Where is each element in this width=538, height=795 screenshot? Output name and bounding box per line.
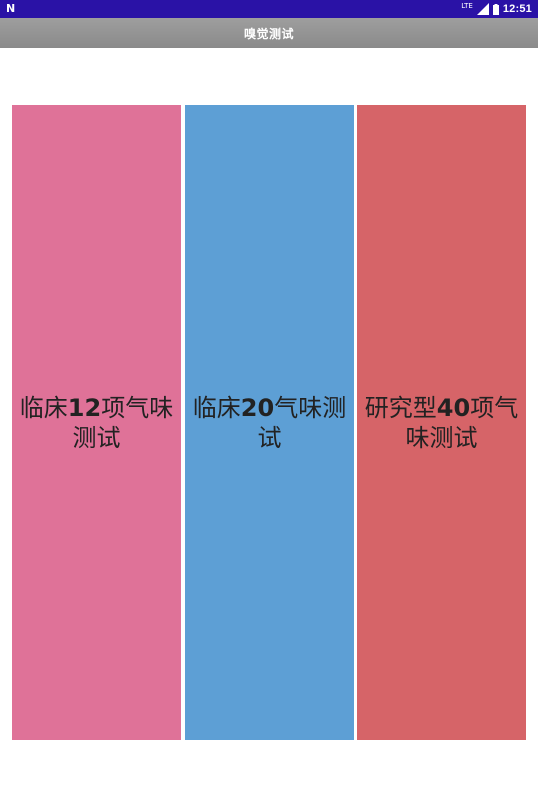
app-bar: 嗅觉测试 [0, 18, 538, 48]
clock: 12:51 [502, 3, 532, 15]
status-icons: LTE 12:51 [461, 2, 532, 16]
battery-icon [492, 3, 499, 15]
network-type-label: LTE [461, 1, 473, 10]
test-label: 临床20气味测试 [192, 393, 347, 452]
notification-n-icon: N [6, 2, 16, 15]
cell-signal-icon [476, 3, 489, 15]
page-title: 嗅觉测试 [243, 26, 294, 41]
status-bar: N LTE 12:51 [0, 0, 538, 18]
clinical-20-test-button[interactable]: 临床20气味测试 [185, 105, 354, 740]
clinical-12-test-button[interactable]: 临床12项气味测试 [12, 105, 181, 740]
test-label: 研究型40项气味测试 [364, 393, 519, 452]
test-options: 临床12项气味测试 临床20气味测试 研究型40项气味测试 [12, 105, 526, 740]
test-label: 临床12项气味测试 [19, 393, 174, 452]
research-40-test-button[interactable]: 研究型40项气味测试 [357, 105, 526, 740]
